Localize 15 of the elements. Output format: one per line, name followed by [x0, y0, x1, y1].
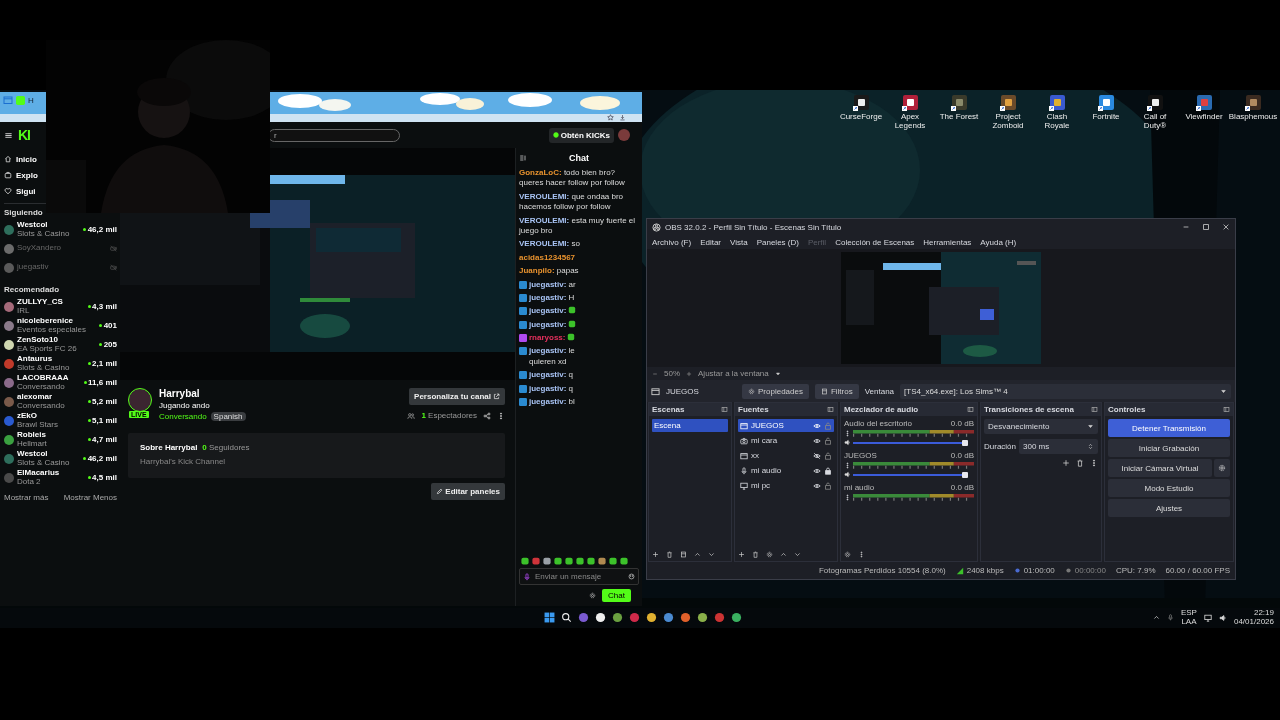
search-icon[interactable]	[561, 612, 572, 623]
keyboard-layout[interactable]: LAA	[1181, 617, 1197, 627]
network-icon[interactable]	[1203, 613, 1212, 622]
app-icon[interactable]	[697, 612, 708, 623]
mic-icon[interactable]	[1166, 614, 1174, 622]
app-icon[interactable]	[595, 612, 606, 623]
clock-time[interactable]: 22:19	[1253, 609, 1274, 618]
app-icon[interactable]	[731, 612, 742, 623]
volume-icon[interactable]	[1218, 613, 1227, 622]
windows-logo-icon[interactable]	[544, 612, 555, 623]
language[interactable]: ESP	[1180, 609, 1197, 618]
app-icon[interactable]	[646, 612, 657, 623]
clock-date[interactable]: 04/01/2026	[1233, 617, 1274, 627]
chevron-up-icon[interactable]	[1152, 614, 1160, 622]
app-icon[interactable]	[612, 612, 623, 623]
